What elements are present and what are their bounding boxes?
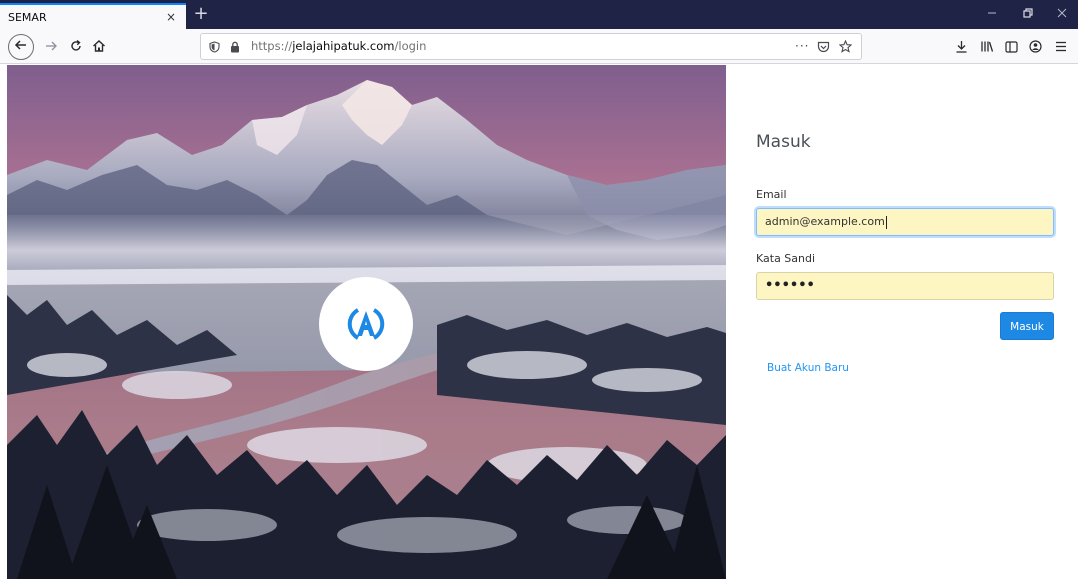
app-logo <box>319 277 413 371</box>
app-logo-icon <box>347 308 385 340</box>
sidebar-icon[interactable] <box>1000 34 1022 60</box>
tab-close-icon[interactable]: × <box>164 10 178 24</box>
lock-icon[interactable] <box>230 34 240 59</box>
password-value: •••••• <box>765 278 815 293</box>
url-bar[interactable]: https://jelajahipatuk.com/login ··· <box>200 33 862 60</box>
restore-icon[interactable] <box>1010 0 1046 29</box>
url-scheme: https:// <box>251 39 293 53</box>
password-field[interactable]: •••••• <box>756 272 1054 300</box>
login-submit-button[interactable]: Masuk <box>1000 312 1054 340</box>
url-host: jelajahipatuk.com <box>292 39 395 53</box>
new-tab-button[interactable]: + <box>190 2 212 26</box>
url-text[interactable]: https://jelajahipatuk.com/login <box>251 34 426 59</box>
forward-arrow-icon[interactable] <box>38 34 64 60</box>
browser-tab-active[interactable]: SEMAR × <box>0 3 186 29</box>
email-field[interactable]: admin@example.com <box>756 208 1054 236</box>
create-account-link[interactable]: Buat Akun Baru <box>767 362 849 374</box>
email-value: admin@example.com <box>765 215 885 228</box>
minimize-icon[interactable] <box>974 0 1010 29</box>
page-actions-icon[interactable]: ··· <box>795 34 809 59</box>
back-arrow-icon[interactable] <box>8 34 34 60</box>
url-path: /login <box>394 39 427 53</box>
library-icon[interactable] <box>976 34 998 60</box>
browser-navbar: https://jelajahipatuk.com/login ··· <box>0 29 1078 64</box>
pocket-icon[interactable] <box>817 34 830 59</box>
bookmark-star-icon[interactable] <box>838 34 853 59</box>
login-panel: Masuk Email admin@example.com Kata Sandi… <box>726 65 1078 579</box>
browser-titlebar: SEMAR × + <box>0 0 1078 29</box>
home-icon[interactable] <box>86 34 112 60</box>
login-title: Masuk <box>756 132 811 152</box>
menu-icon[interactable] <box>1050 34 1072 60</box>
password-label: Kata Sandi <box>756 252 816 265</box>
download-icon[interactable] <box>950 34 972 60</box>
tab-title: SEMAR <box>8 10 47 24</box>
tracking-shield-icon[interactable] <box>209 34 220 59</box>
text-caret <box>885 215 887 229</box>
email-label: Email <box>756 188 787 201</box>
close-window-icon[interactable] <box>1044 0 1078 29</box>
account-icon[interactable] <box>1024 34 1046 60</box>
